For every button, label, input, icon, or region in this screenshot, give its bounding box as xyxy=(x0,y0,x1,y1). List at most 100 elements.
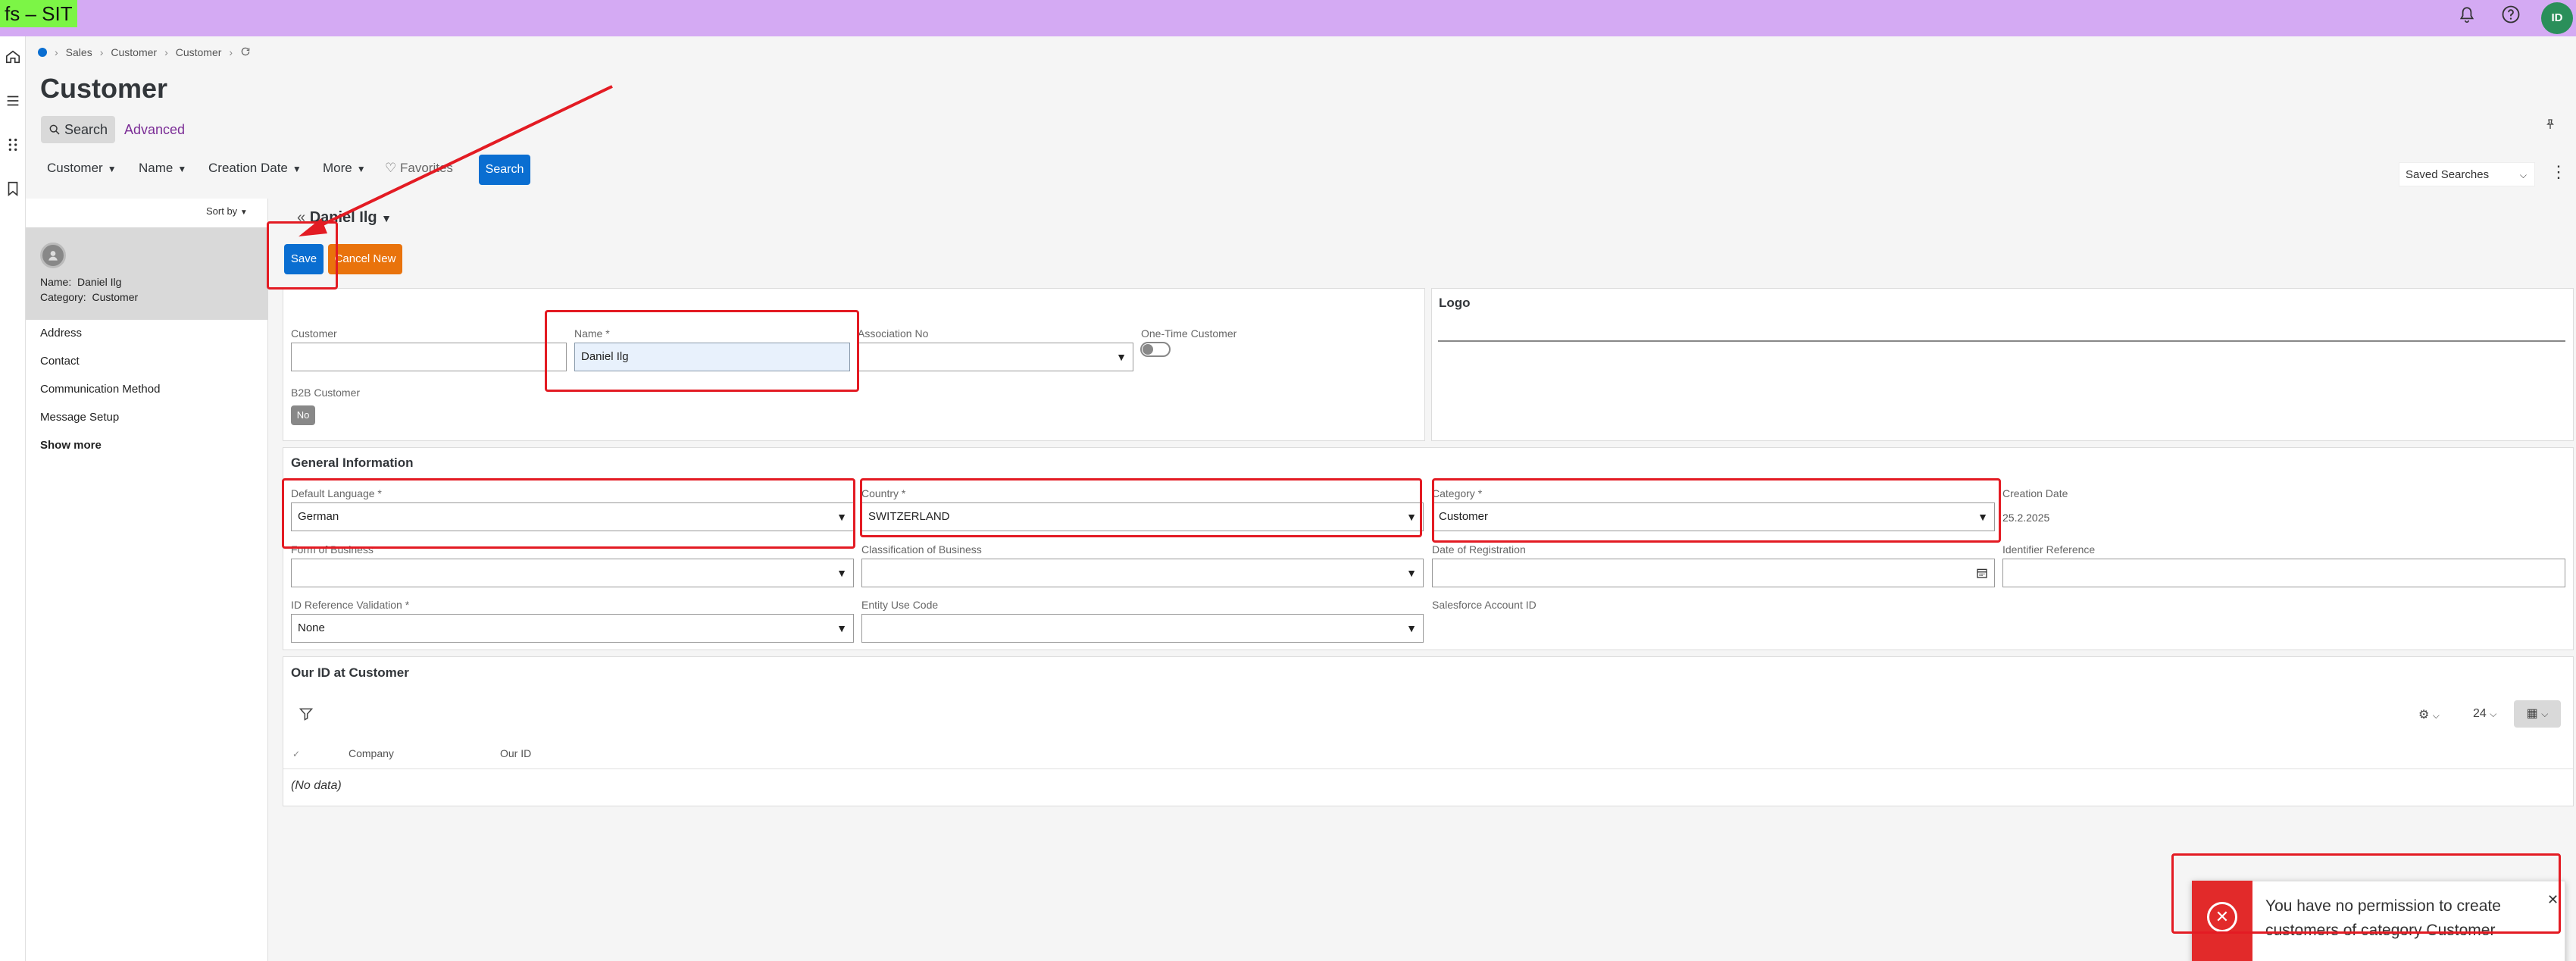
highlight-name xyxy=(545,310,859,392)
caret-down-icon: ▼ xyxy=(836,622,847,634)
one-time-customer-label: One-Time Customer xyxy=(1141,327,1237,340)
help-icon[interactable] xyxy=(2496,3,2526,33)
identifier-reference-input[interactable] xyxy=(2002,559,2565,587)
page-size-select[interactable]: 24 ⌵ xyxy=(2473,707,2496,721)
logo-label: Logo xyxy=(1439,296,1471,310)
our-id-title: Our ID at Customer xyxy=(291,665,409,680)
b2b-customer-badge[interactable]: No xyxy=(291,405,315,425)
chevron-down-icon: ⌵ xyxy=(2519,170,2527,180)
top-bar xyxy=(0,0,2576,36)
id-ref-validation-select[interactable]: None ▼ xyxy=(291,614,854,643)
filter-name[interactable]: Name ▼ xyxy=(139,158,186,179)
tab-search[interactable]: Search xyxy=(41,116,115,143)
tab-advanced[interactable]: Advanced xyxy=(124,116,185,143)
chevron-right-icon: › xyxy=(164,46,168,58)
refresh-icon[interactable] xyxy=(240,46,251,59)
view-mode-button[interactable]: ▦ ⌵ xyxy=(2514,700,2561,728)
caret-down-icon: ▼ xyxy=(1406,567,1417,579)
user-avatar[interactable]: ID xyxy=(2541,2,2573,34)
filter-customer-label: Customer xyxy=(47,161,103,175)
customer-input[interactable] xyxy=(291,343,567,371)
filter-creation-date-label: Creation Date xyxy=(208,161,288,175)
sort-by-label: Sort by xyxy=(206,205,238,217)
search-button[interactable]: Search xyxy=(479,155,530,185)
card-category-value: Customer xyxy=(92,291,139,303)
caret-down-icon: ▼ xyxy=(1406,622,1417,634)
logo-panel xyxy=(1431,288,2574,441)
breadcrumb-item[interactable]: Customer xyxy=(176,46,222,58)
heart-icon: ♡ xyxy=(385,161,397,175)
nav-link-address[interactable]: Address xyxy=(40,327,82,340)
filter-creation-date[interactable]: Creation Date ▼ xyxy=(208,158,302,179)
nav-link-communication-method[interactable]: Communication Method xyxy=(40,383,160,396)
date-registration-input[interactable] xyxy=(1432,559,1995,587)
date-registration-label: Date of Registration xyxy=(1432,543,1526,556)
creation-date-value: 25.2.2025 xyxy=(2002,512,2050,524)
home-icon[interactable] xyxy=(0,47,26,70)
breadcrumb-home-icon[interactable] xyxy=(38,48,47,57)
caret-down-icon: ▼ xyxy=(1116,351,1127,363)
left-nav xyxy=(0,36,26,961)
breadcrumb-item[interactable]: Customer xyxy=(111,46,157,58)
caret-down-icon: ▼ xyxy=(836,567,847,579)
our-id-panel xyxy=(283,656,2574,806)
column-header-our-id[interactable]: Our ID xyxy=(500,747,531,759)
select-all-check-icon[interactable]: ✓ xyxy=(292,749,300,759)
classification-select[interactable]: ▼ xyxy=(861,559,1424,587)
association-no-label: Association No xyxy=(858,327,929,340)
calendar-icon[interactable] xyxy=(1976,559,1988,589)
b2b-customer-label: B2B Customer xyxy=(291,387,361,399)
association-no-select[interactable]: ▼ xyxy=(858,343,1133,371)
filter-name-label: Name xyxy=(139,161,174,175)
filter-more-label: More xyxy=(323,161,352,175)
entity-use-code-label: Entity Use Code xyxy=(861,599,939,611)
filter-favorites[interactable]: ♡ Favorites xyxy=(385,158,453,179)
menu-icon[interactable] xyxy=(0,91,26,114)
more-options-icon[interactable]: ⋮ xyxy=(2550,162,2567,182)
page-size-value: 24 xyxy=(2473,707,2487,720)
chevron-down-icon: ⌵ xyxy=(2541,709,2549,719)
chevron-right-icon: › xyxy=(229,46,233,58)
page-title: Customer xyxy=(40,73,168,104)
breadcrumb-item[interactable]: Sales xyxy=(66,46,92,58)
highlight-toast xyxy=(2171,853,2561,934)
highlight-save xyxy=(267,221,338,290)
bookmark-icon[interactable] xyxy=(0,179,26,202)
logo-divider xyxy=(1438,340,2565,342)
chevron-right-icon: › xyxy=(55,46,58,58)
table-settings-button[interactable]: ⚙ ⌵ xyxy=(2418,707,2440,722)
sort-by-button[interactable]: Sort by ▼ xyxy=(206,205,248,217)
creation-date-label: Creation Date xyxy=(2002,487,2068,499)
card-category: Category: Customer xyxy=(40,291,138,303)
card-category-label: Category: xyxy=(40,291,86,303)
nav-link-message-setup[interactable]: Message Setup xyxy=(40,411,119,424)
general-info-title: General Information xyxy=(291,455,414,470)
caret-down-icon: ▼ xyxy=(381,212,392,224)
list-card-selected[interactable] xyxy=(26,227,268,320)
saved-searches-dropdown[interactable]: Saved Searches ⌵ xyxy=(2399,162,2535,186)
one-time-customer-toggle[interactable] xyxy=(1140,342,1171,357)
form-of-business-select[interactable]: ▼ xyxy=(291,559,854,587)
chevron-down-icon: ⌵ xyxy=(2432,710,2440,721)
caret-down-icon: ▼ xyxy=(177,164,187,174)
card-name: Name: Daniel Ilg xyxy=(40,276,121,288)
customer-avatar-icon xyxy=(40,243,66,268)
chevron-right-icon: › xyxy=(99,46,104,58)
caret-down-icon: ▼ xyxy=(356,164,366,174)
apps-icon[interactable] xyxy=(0,135,26,158)
bell-icon[interactable] xyxy=(2452,3,2482,33)
highlight-category xyxy=(1432,478,2001,543)
customer-field-label: Customer xyxy=(291,327,337,340)
pin-icon[interactable] xyxy=(2544,118,2556,134)
filter-customer[interactable]: Customer ▼ xyxy=(47,158,117,179)
caret-down-icon: ▼ xyxy=(239,208,248,217)
saved-searches-label: Saved Searches xyxy=(2406,168,2490,181)
column-header-company[interactable]: Company xyxy=(349,747,394,759)
filter-more[interactable]: More ▼ xyxy=(323,158,366,179)
filter-icon[interactable] xyxy=(299,706,314,725)
entity-use-code-select[interactable]: ▼ xyxy=(861,614,1424,643)
caret-down-icon: ▼ xyxy=(107,164,117,174)
cancel-new-button[interactable]: Cancel New xyxy=(328,244,402,274)
show-more-link[interactable]: Show more xyxy=(40,439,102,452)
nav-link-contact[interactable]: Contact xyxy=(40,355,80,368)
